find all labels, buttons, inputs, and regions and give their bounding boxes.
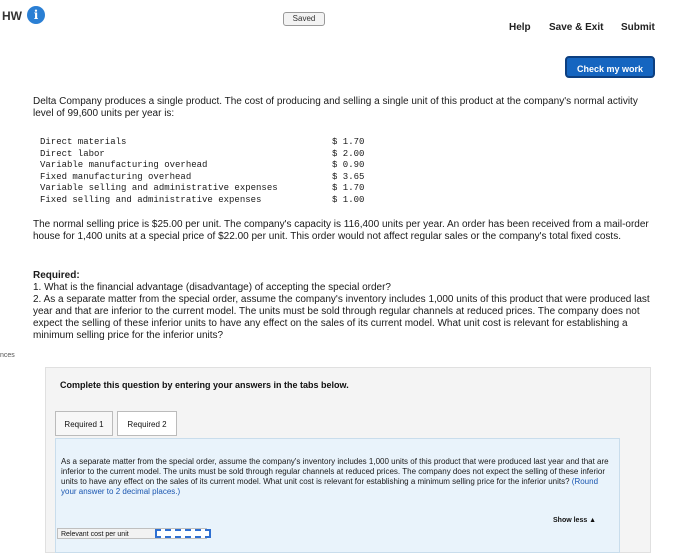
info-icon[interactable]: i [27, 6, 45, 24]
cost-value: $ 1.00 [332, 194, 365, 205]
answer-instruction: Complete this question by entering your … [60, 380, 349, 390]
cost-row: Direct materials $ 1.70 [40, 137, 364, 149]
cost-label: Variable selling and administrative expe… [40, 183, 278, 193]
cost-label: Direct labor [40, 148, 105, 159]
cost-value: $ 0.90 [332, 160, 365, 170]
cost-row: Fixed manufacturing overhead $ 3.65 [40, 172, 364, 184]
required-heading: Required: [33, 270, 80, 281]
question-text: As a separate matter from the special or… [61, 457, 609, 497]
save-exit-link[interactable]: Save & Exit [549, 22, 603, 33]
tab-required-2[interactable]: Required 2 [117, 411, 177, 436]
cost-value: $ 1.70 [332, 137, 365, 147]
cost-value: $ 2.00 [332, 148, 365, 159]
help-link[interactable]: Help [509, 22, 531, 33]
question-body: As a separate matter from the special or… [61, 457, 609, 486]
show-less-link[interactable]: Show less ▲ [553, 517, 596, 524]
top-bar: HW i Saved Help Save & Exit Submit [0, 0, 700, 48]
normal-price-paragraph: The normal selling price is $25.00 per u… [33, 219, 649, 242]
submit-link[interactable]: Submit [621, 22, 655, 33]
required-section: Required: 1. What is the financial advan… [33, 270, 653, 342]
cost-row: Direct labor $ 2.00 [40, 149, 364, 161]
cost-label: Fixed manufacturing overhead [40, 171, 192, 182]
problem-intro: Delta Company produces a single product.… [33, 96, 638, 119]
assignment-label: HW [2, 9, 22, 23]
check-my-work-button[interactable]: Check my work [565, 56, 655, 78]
cost-row: Variable manufacturing overhead $ 0.90 [40, 160, 364, 172]
required-1-text: 1. What is the financial advantage (disa… [33, 282, 391, 293]
cost-table: Direct materials $ 1.70 Direct labor $ 2… [40, 137, 364, 206]
saved-status-badge: Saved [283, 12, 325, 26]
cost-label: Variable manufacturing overhead [40, 160, 208, 170]
cost-label: Fixed selling and administrative expense… [40, 194, 262, 205]
cost-value: $ 1.70 [332, 183, 365, 193]
tab-required-1[interactable]: Required 1 [55, 411, 113, 436]
cost-value: $ 3.65 [332, 171, 365, 182]
cost-label: Direct materials [40, 137, 127, 147]
sidebar-label[interactable]: nces [0, 352, 15, 359]
required-2-text: 2. As a separate matter from the special… [33, 294, 650, 341]
relevant-cost-input[interactable] [155, 529, 211, 538]
cost-row: Fixed selling and administrative expense… [40, 195, 364, 207]
cost-row: Variable selling and administrative expe… [40, 183, 364, 195]
